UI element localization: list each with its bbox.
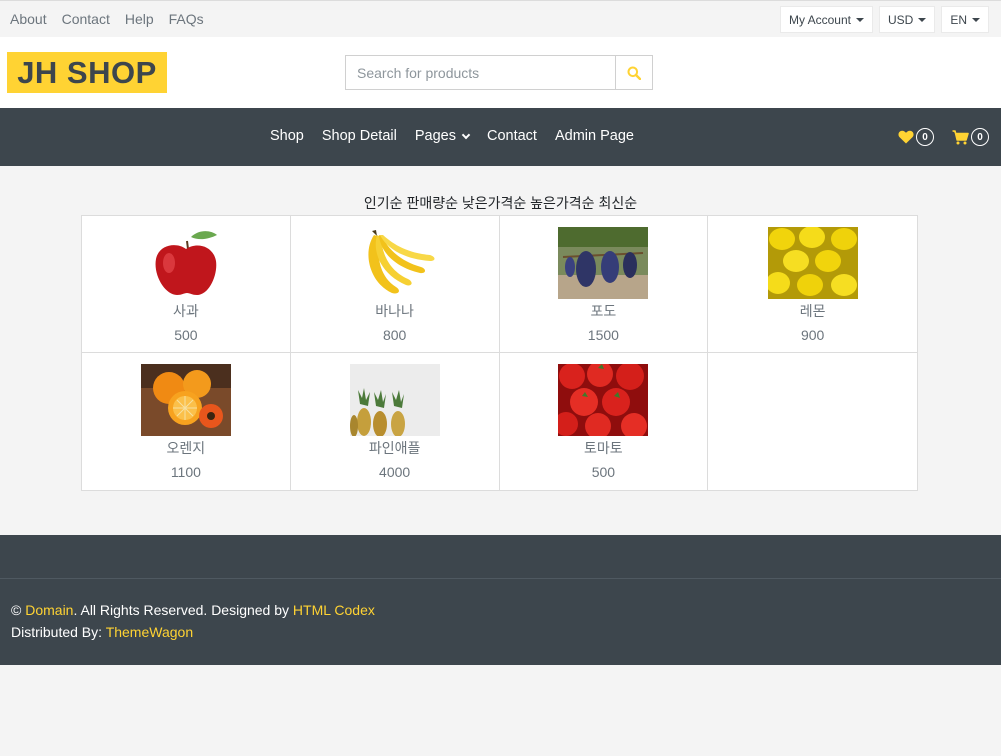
- nav-contact[interactable]: Contact: [487, 128, 537, 144]
- caret-down-icon: [918, 17, 927, 22]
- nav-pages-label: Pages: [414, 128, 456, 144]
- product-card[interactable]: 토마토 500: [499, 353, 709, 490]
- footer: © Domain. All Rights Reserved. Designed …: [0, 535, 1001, 665]
- sort-newest[interactable]: 최신순: [598, 195, 637, 211]
- tomatoes-image: [558, 364, 649, 436]
- product-name: 레몬: [799, 303, 826, 319]
- product-name: 사과: [172, 303, 199, 319]
- sort-options: 인기순 판매량순 낮은가격순 높은가격순 최신순: [0, 193, 1001, 213]
- caret-down-icon: [972, 17, 980, 22]
- contact-link[interactable]: Contact: [62, 11, 110, 27]
- header: JH SHOP: [0, 37, 1001, 108]
- product-name: 파인애플: [368, 440, 421, 456]
- nav-shop[interactable]: Shop: [270, 128, 304, 144]
- copyright-symbol: ©: [11, 602, 22, 618]
- wishlist-count-badge: 0: [916, 128, 934, 146]
- apple-image: [140, 227, 231, 299]
- main-navbar: Shop Shop Detail Pages Contact Admin Pag…: [0, 108, 1001, 166]
- heart-icon: [898, 130, 914, 144]
- product-card[interactable]: 파인애플 4000: [290, 353, 500, 490]
- nav-menu: Shop Shop Detail Pages Contact Admin Pag…: [270, 128, 634, 144]
- sort-sales[interactable]: 판매량순: [406, 195, 458, 211]
- product-price: 500: [174, 327, 198, 343]
- empty-cell: [708, 353, 917, 490]
- sort-price-low[interactable]: 낮은가격순: [462, 195, 526, 211]
- my-account-dropdown[interactable]: My Account: [779, 6, 873, 33]
- themewagon-link[interactable]: ThemeWagon: [106, 624, 193, 640]
- product-name: 바나나: [375, 303, 414, 319]
- sort-popular[interactable]: 인기순: [364, 195, 403, 211]
- product-card[interactable]: 포도 1500: [499, 216, 709, 353]
- cart-button[interactable]: 0: [952, 128, 989, 146]
- rights-text: . All Rights Reserved. Designed by: [73, 602, 290, 618]
- caret-down-icon: [855, 17, 864, 22]
- about-link[interactable]: About: [10, 11, 47, 27]
- banana-image: [349, 227, 440, 299]
- footer-distributed: Distributed By: ThemeWagon: [11, 624, 193, 640]
- nav-pages[interactable]: Pages: [414, 128, 471, 144]
- pineapples-image: [349, 364, 440, 436]
- product-name: 토마토: [584, 440, 623, 456]
- search-button[interactable]: [615, 56, 652, 89]
- product-price: 1500: [587, 327, 619, 343]
- faqs-link[interactable]: FAQs: [169, 11, 204, 27]
- cart-icon: [952, 129, 969, 144]
- cart-count-badge: 0: [971, 128, 989, 146]
- product-price: 800: [382, 327, 407, 343]
- product-price: 4000: [379, 464, 411, 480]
- currency-dropdown[interactable]: USD: [878, 6, 936, 33]
- my-account-label: My Account: [788, 12, 851, 27]
- grapes-image: [558, 227, 649, 299]
- html-codex-link[interactable]: HTML Codex: [293, 602, 375, 618]
- product-price: 1100: [170, 464, 201, 480]
- logo[interactable]: JH SHOP: [7, 52, 167, 93]
- footer-copyright: © Domain. All Rights Reserved. Designed …: [11, 602, 375, 618]
- nav-icons: 0 0: [898, 128, 989, 146]
- product-card[interactable]: 레몬 900: [708, 216, 917, 353]
- product-grid: 사과 500 바나나 800 포도 1500 레몬 900 오렌지 1100 파…: [81, 215, 918, 491]
- product-card[interactable]: 오렌지 1100: [82, 353, 291, 490]
- currency-label: USD: [887, 12, 914, 27]
- product-name: 오렌지: [166, 440, 206, 456]
- product-price: 500: [591, 464, 616, 480]
- product-card[interactable]: 바나나 800: [290, 216, 500, 353]
- sort-price-high[interactable]: 높은가격순: [530, 195, 594, 211]
- help-link[interactable]: Help: [125, 11, 154, 27]
- product-card[interactable]: 사과 500: [82, 216, 291, 353]
- search-form: [345, 55, 653, 90]
- top-links: About Contact Help FAQs: [10, 11, 204, 27]
- oranges-image: [140, 364, 231, 436]
- nav-shop-detail[interactable]: Shop Detail: [322, 128, 397, 144]
- language-label: EN: [950, 12, 967, 27]
- top-dropdowns: My Account USD EN: [779, 6, 989, 33]
- search-icon: [627, 66, 641, 80]
- nav-admin-page[interactable]: Admin Page: [555, 128, 634, 144]
- product-name: 포도: [590, 303, 617, 319]
- lemons-image: [767, 227, 858, 299]
- search-input[interactable]: [346, 56, 615, 89]
- footer-divider: [0, 578, 1001, 579]
- chevron-down-icon: [461, 130, 471, 139]
- language-dropdown[interactable]: EN: [941, 6, 989, 33]
- product-price: 900: [800, 327, 825, 343]
- wishlist-button[interactable]: 0: [898, 128, 934, 146]
- distributed-text: Distributed By:: [11, 624, 103, 640]
- top-bar: About Contact Help FAQs My Account USD E…: [0, 0, 1001, 37]
- domain-link[interactable]: Domain: [25, 602, 73, 618]
